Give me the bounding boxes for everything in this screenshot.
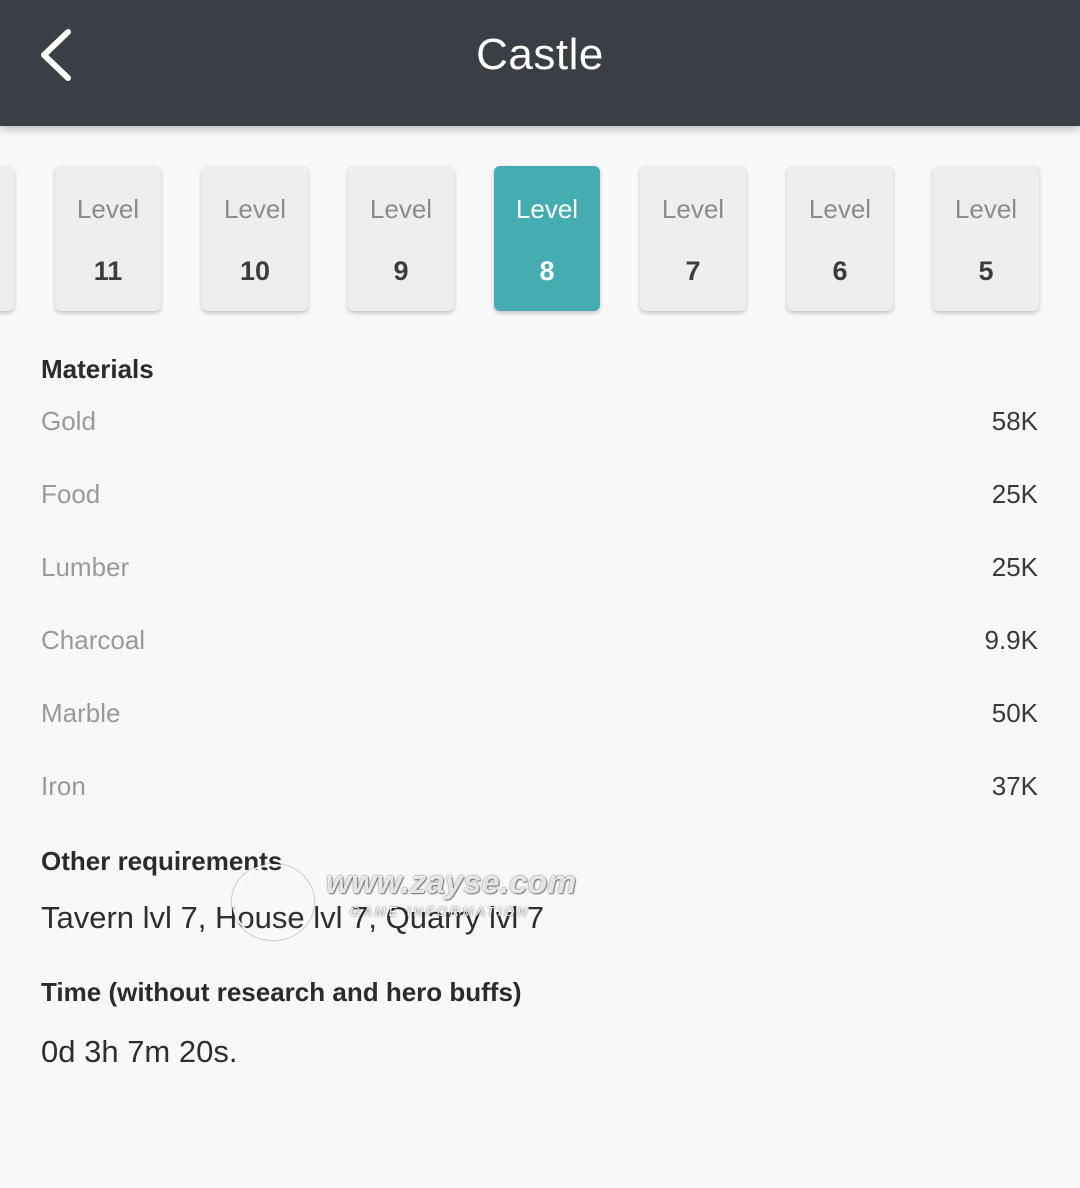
level-tab-number: 7 xyxy=(685,256,701,286)
level-tab-number: 5 xyxy=(978,256,994,286)
material-row-charcoal: Charcoal 9.9K xyxy=(41,625,1038,665)
level-tab-label: Level xyxy=(76,194,140,224)
level-tab-9[interactable]: Level 9 xyxy=(348,166,454,311)
level-tab-number: 8 xyxy=(539,256,555,286)
materials-heading: Materials xyxy=(41,354,154,384)
level-tab-label: Level xyxy=(954,194,1018,224)
material-name: Gold xyxy=(41,406,96,436)
level-tab-number: 10 xyxy=(239,256,271,286)
level-tab-partial[interactable] xyxy=(0,166,14,311)
build-time-text: 0d 3h 7m 20s. xyxy=(41,1034,238,1069)
level-tab-label: Level xyxy=(515,194,579,224)
level-tab-label: Level xyxy=(369,194,433,224)
level-tab-7[interactable]: Level 7 xyxy=(640,166,746,311)
material-name: Food xyxy=(41,479,101,509)
level-tab-8-selected[interactable]: Level 8 xyxy=(494,166,600,311)
time-heading: Time (without research and hero buffs) xyxy=(41,977,522,1007)
other-requirements-heading: Other requirements xyxy=(41,846,283,876)
material-name: Charcoal xyxy=(41,625,146,655)
level-tab-number: 11 xyxy=(93,256,123,286)
material-value: 50K xyxy=(991,698,1038,728)
level-tab-5[interactable]: Level 5 xyxy=(933,166,1039,311)
level-tab-number: 6 xyxy=(832,256,848,286)
material-name: Iron xyxy=(41,771,86,801)
material-row-iron: Iron 37K xyxy=(41,771,1038,811)
level-tab-number: 9 xyxy=(393,256,409,286)
level-selector[interactable]: Level 11 Level 10 Level 9 Level 8 Level … xyxy=(0,126,1080,336)
page-title: Castle xyxy=(476,30,604,79)
material-row-marble: Marble 50K xyxy=(41,698,1038,738)
level-tab-label: Level xyxy=(223,194,287,224)
material-value: 25K xyxy=(991,479,1038,509)
level-tab-6[interactable]: Level 6 xyxy=(787,166,893,311)
material-row-gold: Gold 58K xyxy=(41,406,1038,446)
material-value: 58K xyxy=(991,406,1038,436)
material-name: Marble xyxy=(41,698,121,728)
material-row-lumber: Lumber 25K xyxy=(41,552,1038,592)
level-tab-11[interactable]: Level 11 xyxy=(55,166,161,311)
level-tab-label: Level xyxy=(661,194,725,224)
material-name: Lumber xyxy=(41,552,130,582)
material-value: 9.9K xyxy=(984,625,1039,655)
material-value: 25K xyxy=(991,552,1038,582)
level-tab-10[interactable]: Level 10 xyxy=(202,166,308,311)
level-tab-label: Level xyxy=(808,194,872,224)
other-requirements-text: Tavern lvl 7, House lvl 7, Quarry lvl 7 xyxy=(41,900,545,935)
material-row-food: Food 25K xyxy=(41,479,1038,519)
app-bar: Castle xyxy=(0,0,1080,126)
watermark-url: www.zayse.com xyxy=(326,864,577,900)
material-value: 37K xyxy=(991,771,1038,801)
